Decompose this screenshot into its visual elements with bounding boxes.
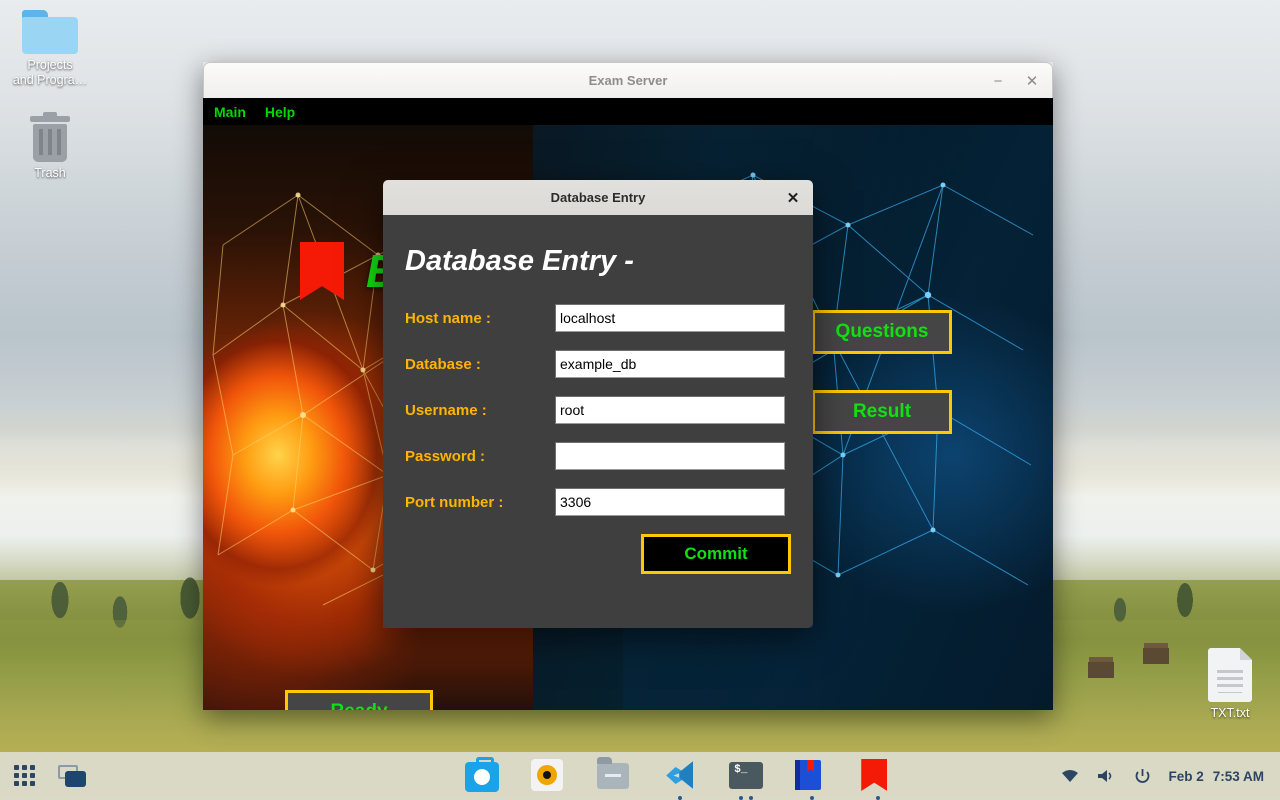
running-indicator — [810, 796, 815, 800]
port-label: Port number : — [405, 493, 504, 511]
password-label: Password : — [405, 447, 486, 465]
folder-icon — [22, 10, 78, 54]
taskbar-apps — [300, 757, 1060, 800]
volume-icon[interactable] — [1096, 766, 1116, 786]
wallpaper-hut — [1088, 662, 1114, 678]
dialog-actions: Commit — [405, 534, 791, 574]
taskbar-left — [0, 765, 300, 787]
close-icon[interactable]: ✕ — [1020, 69, 1044, 93]
menubar: Main Help — [203, 98, 1053, 125]
vscode-icon[interactable] — [663, 759, 697, 800]
wifi-icon[interactable] — [1060, 766, 1080, 786]
minimize-icon[interactable]: − — [986, 69, 1010, 93]
dialog-titlebar[interactable]: Database Entry ✕ — [383, 180, 813, 215]
dialog-title: Database Entry — [550, 190, 646, 205]
running-indicator — [876, 796, 881, 800]
result-button[interactable]: Result — [812, 390, 952, 434]
username-label: Username : — [405, 401, 487, 419]
text-file-icon — [1208, 648, 1252, 702]
window-controls: − ✕ — [986, 63, 1044, 99]
taskbar: Feb 2 7:53 AM — [0, 752, 1280, 800]
form-row-password: Password : — [405, 442, 791, 470]
bookmark-icon — [300, 242, 344, 300]
terminal-icon[interactable] — [729, 759, 764, 800]
questions-button[interactable]: Questions — [812, 310, 952, 354]
software-store-icon[interactable] — [465, 757, 500, 793]
desktop-icon-label: Trash — [34, 166, 66, 180]
menu-item-help[interactable]: Help — [265, 104, 295, 120]
running-indicator — [749, 796, 754, 800]
database-entry-dialog: Database Entry ✕ Database Entry - Host n… — [383, 180, 813, 628]
running-indicator — [678, 796, 683, 800]
running-indicator — [739, 796, 744, 800]
clock-time: 7:53 AM — [1212, 768, 1264, 784]
window-title: Exam Server — [588, 73, 668, 88]
database-input[interactable] — [555, 350, 785, 378]
menu-item-main[interactable]: Main — [214, 104, 246, 120]
clock-date: Feb 2 — [1168, 768, 1204, 784]
power-icon[interactable] — [1132, 766, 1152, 786]
username-input[interactable] — [555, 396, 785, 424]
port-input[interactable] — [555, 488, 785, 516]
desktop-icon-txt-file[interactable]: TXT.txt — [1182, 648, 1278, 721]
hostname-input[interactable] — [555, 304, 785, 332]
window-switcher-icon[interactable] — [58, 765, 86, 787]
dialog-close-icon[interactable]: ✕ — [783, 188, 803, 208]
desktop-icon-projects-folder[interactable]: Projects and Progra… — [2, 10, 98, 88]
hostname-label: Host name : — [405, 309, 491, 327]
exam-server-icon[interactable] — [861, 759, 895, 800]
database-label: Database : — [405, 355, 481, 373]
form-row-database: Database : — [405, 350, 791, 378]
desktop-icon-label: TXT.txt — [1210, 706, 1250, 720]
form-row-hostname: Host name : — [405, 304, 791, 332]
window-titlebar[interactable]: Exam Server − ✕ — [203, 62, 1053, 98]
form-row-port: Port number : — [405, 488, 791, 516]
form-row-username: Username : — [405, 396, 791, 424]
dialog-body: Database Entry - Host name : Database : … — [383, 215, 813, 628]
desktop-icon-trash[interactable]: Trash — [2, 112, 98, 181]
audio-player-icon[interactable] — [531, 759, 565, 793]
taskbar-tray: Feb 2 7:53 AM — [1060, 766, 1280, 786]
clock[interactable]: Feb 2 7:53 AM — [1168, 769, 1264, 784]
commit-button[interactable]: Commit — [641, 534, 791, 574]
ready-button[interactable]: Ready — [285, 690, 433, 710]
wallpaper-hut — [1143, 648, 1169, 664]
trash-icon — [28, 112, 72, 162]
desktop-icon-label: Projects and Progra… — [12, 58, 88, 87]
app-grid-icon[interactable] — [14, 765, 36, 787]
file-manager-icon[interactable] — [597, 757, 631, 793]
book-app-icon[interactable] — [795, 759, 829, 800]
dialog-heading: Database Entry - — [405, 245, 634, 277]
password-input[interactable] — [555, 442, 785, 470]
